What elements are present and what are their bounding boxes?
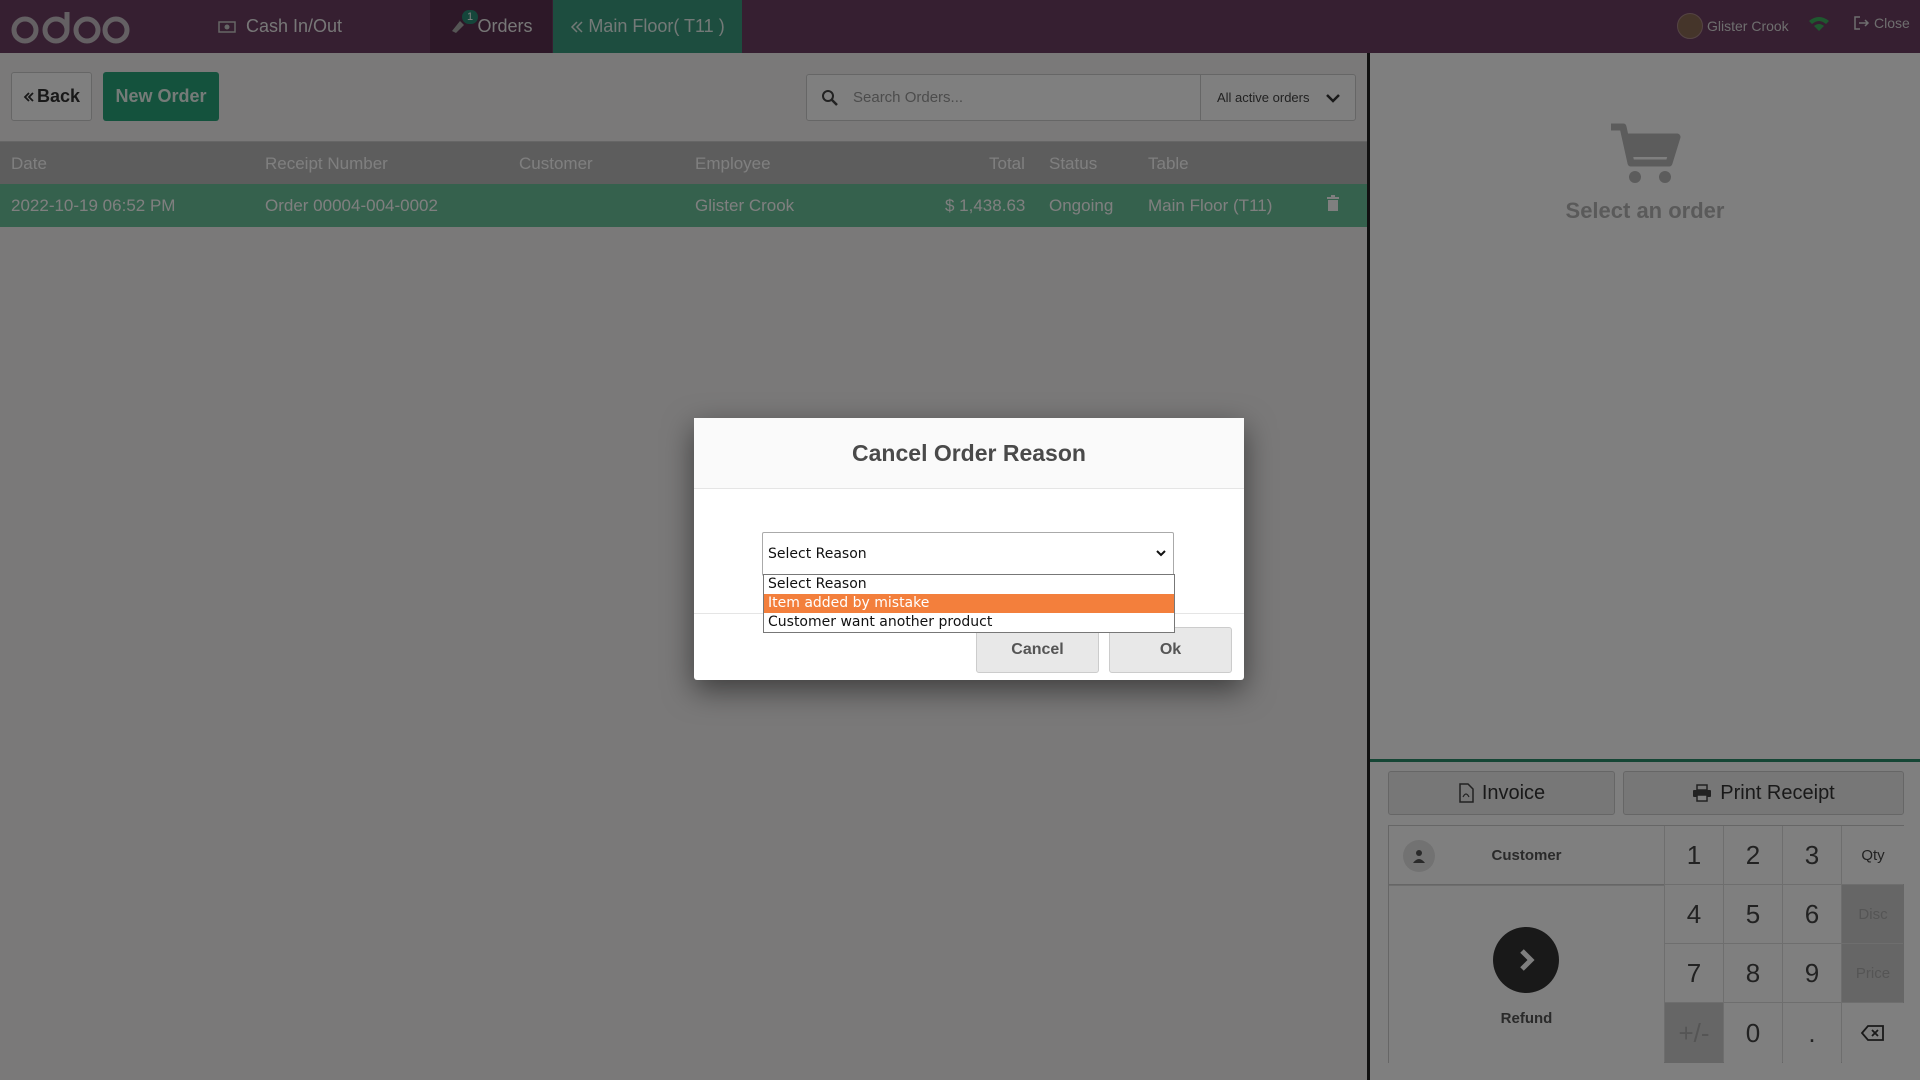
dialog-title: Cancel Order Reason bbox=[694, 418, 1244, 489]
reason-option[interactable]: Customer want another product bbox=[764, 613, 1174, 632]
reason-option-highlighted[interactable]: Item added by mistake bbox=[764, 594, 1174, 613]
reason-select[interactable]: Select Reason bbox=[762, 532, 1174, 576]
cancel-order-reason-dialog: Cancel Order Reason Select Reason Cancel… bbox=[694, 418, 1244, 680]
reason-option[interactable]: Select Reason bbox=[764, 575, 1174, 594]
reason-dropdown-list: Select Reason Item added by mistake Cust… bbox=[763, 574, 1175, 633]
cancel-button[interactable]: Cancel bbox=[976, 627, 1099, 673]
chevron-down-icon bbox=[1156, 550, 1166, 557]
reason-selected-value: Select Reason bbox=[768, 546, 867, 562]
ok-button[interactable]: Ok bbox=[1109, 627, 1232, 673]
